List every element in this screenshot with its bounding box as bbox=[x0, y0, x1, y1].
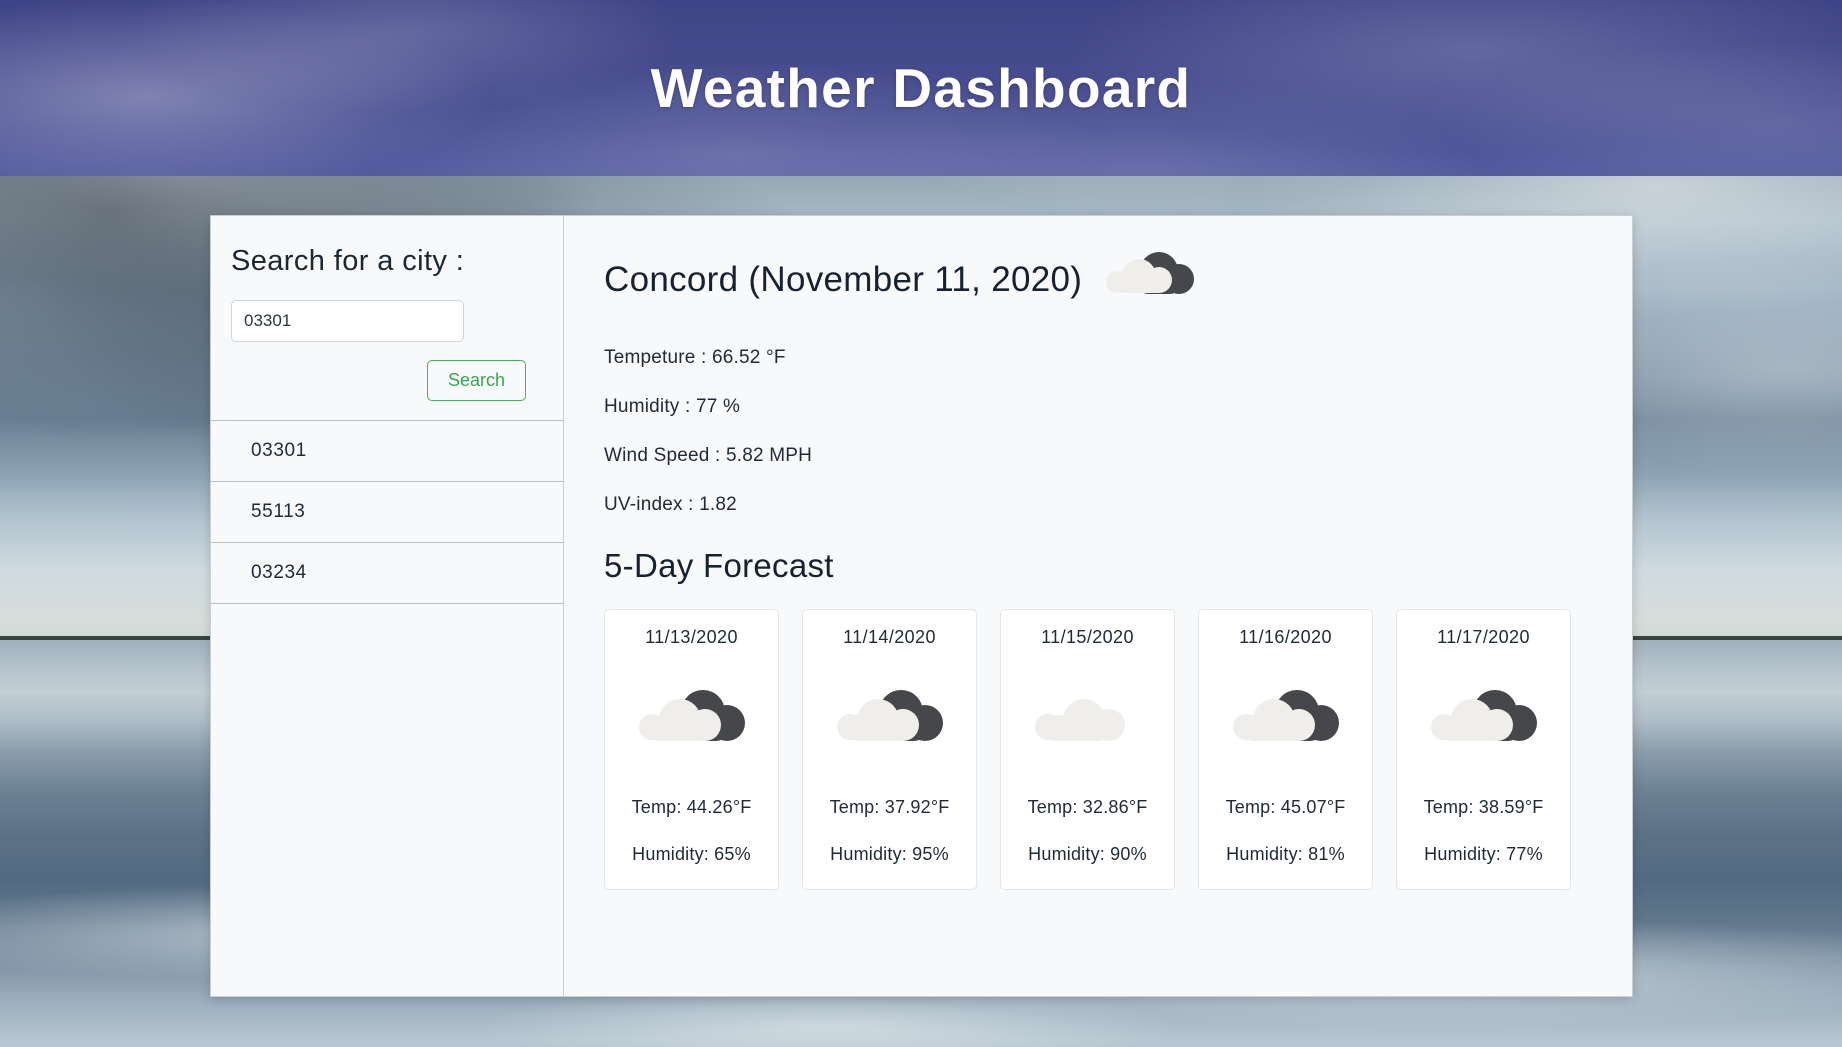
sidebar-filler bbox=[211, 604, 563, 996]
forecast-humidity: Humidity: 77% bbox=[1424, 844, 1543, 864]
forecast-icon-wrap bbox=[1199, 648, 1372, 797]
history-item-1[interactable]: 55113 bbox=[211, 482, 563, 543]
search-button-row: Search bbox=[231, 360, 543, 401]
current-humidity: Humidity : 77 % bbox=[604, 396, 741, 417]
forecast-card-3: 11/16/2020 Temp: 45.07°F Humidity: 81% bbox=[1198, 609, 1373, 890]
forecast-temp: Temp: 32.86°F bbox=[1027, 797, 1148, 817]
search-button[interactable]: Search bbox=[426, 360, 526, 401]
forecast-row: 11/13/2020 Temp: 44.26°F Humidity: 65% 1… bbox=[604, 609, 1596, 890]
forecast-heading: 5-Day Forecast bbox=[604, 547, 834, 584]
forecast-humidity: Humidity: 65% bbox=[632, 844, 751, 864]
history-item-0[interactable]: 03301 bbox=[211, 421, 563, 482]
forecast-icon-wrap bbox=[1001, 648, 1174, 797]
current-uv-index: UV-index : 1.82 bbox=[604, 494, 737, 515]
broken-clouds-icon bbox=[1429, 688, 1539, 758]
forecast-date: 11/17/2020 bbox=[1437, 627, 1530, 647]
forecast-humidity: Humidity: 90% bbox=[1028, 844, 1147, 864]
forecast-temp: Temp: 44.26°F bbox=[631, 797, 752, 817]
history-item-2[interactable]: 03234 bbox=[211, 543, 563, 604]
page-header: Weather Dashboard bbox=[0, 0, 1842, 176]
forecast-card-2: 11/15/2020 Temp: 32.86°F Humidity: 90% bbox=[1000, 609, 1175, 890]
forecast-date: 11/15/2020 bbox=[1041, 627, 1134, 647]
page-title: Weather Dashboard bbox=[650, 57, 1192, 119]
search-history-list: 03301 55113 03234 bbox=[211, 420, 563, 604]
forecast-date: 11/13/2020 bbox=[645, 627, 738, 647]
forecast-temp: Temp: 45.07°F bbox=[1225, 797, 1346, 817]
broken-clouds-icon bbox=[637, 688, 747, 758]
forecast-card-1: 11/14/2020 Temp: 37.92°F Humidity: 95% bbox=[802, 609, 977, 890]
city-headline: Concord (November 11, 2020) bbox=[604, 250, 1596, 310]
current-wind-speed: Wind Speed : 5.82 MPH bbox=[604, 445, 813, 466]
search-sidebar: Search for a city : Search 03301 55113 0… bbox=[211, 216, 564, 996]
weather-main: Concord (November 11, 2020) Tempeture : … bbox=[564, 216, 1632, 996]
sidebar-top: Search for a city : Search bbox=[211, 216, 563, 420]
forecast-humidity: Humidity: 81% bbox=[1226, 844, 1345, 864]
overcast-clouds-icon bbox=[1033, 688, 1143, 758]
forecast-icon-wrap bbox=[1397, 648, 1570, 797]
forecast-card-0: 11/13/2020 Temp: 44.26°F Humidity: 65% bbox=[604, 609, 779, 890]
forecast-card-4: 11/17/2020 Temp: 38.59°F Humidity: 77% bbox=[1396, 609, 1571, 890]
dashboard-panel: Search for a city : Search 03301 55113 0… bbox=[210, 215, 1633, 997]
forecast-icon-wrap bbox=[605, 648, 778, 797]
current-city-title: Concord (November 11, 2020) bbox=[604, 260, 1083, 299]
forecast-icon-wrap bbox=[803, 648, 976, 797]
broken-clouds-icon bbox=[1104, 250, 1195, 310]
broken-clouds-icon bbox=[1231, 688, 1341, 758]
search-input[interactable] bbox=[231, 300, 464, 342]
forecast-temp: Temp: 38.59°F bbox=[1423, 797, 1544, 817]
search-heading: Search for a city : bbox=[231, 245, 465, 277]
forecast-date: 11/16/2020 bbox=[1239, 627, 1332, 647]
broken-clouds-icon bbox=[835, 688, 945, 758]
forecast-temp: Temp: 37.92°F bbox=[829, 797, 950, 817]
current-temperature: Tempeture : 66.52 °F bbox=[604, 347, 786, 368]
forecast-humidity: Humidity: 95% bbox=[830, 844, 949, 864]
forecast-date: 11/14/2020 bbox=[843, 627, 936, 647]
